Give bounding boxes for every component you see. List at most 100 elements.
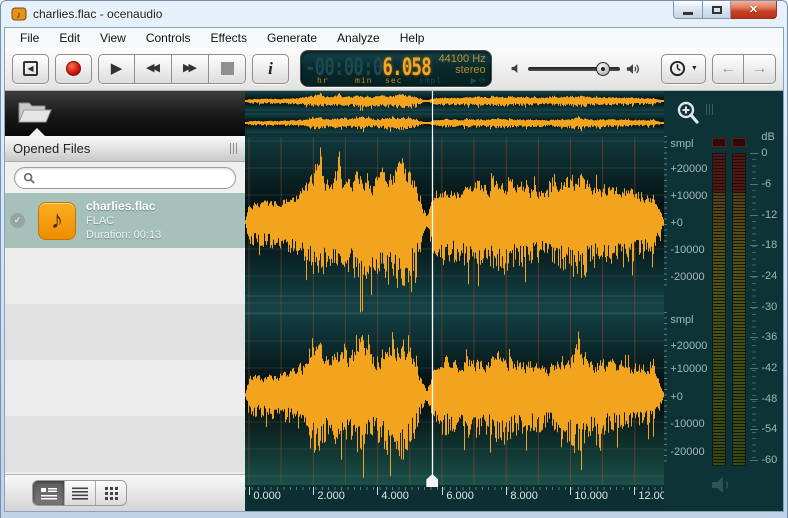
search-box (14, 166, 237, 189)
rewind-icon: ◀◀ (146, 62, 160, 75)
scale-label: smpl (670, 138, 694, 150)
search-input[interactable] (40, 170, 228, 185)
menu-edit[interactable]: Edit (49, 29, 90, 47)
time-tick: 10.000 (570, 487, 608, 502)
channel-mode: stereo (455, 64, 486, 77)
volume-slider[interactable] (527, 61, 620, 76)
db-minor-ticks (752, 153, 757, 463)
info-button[interactable]: i (252, 53, 289, 84)
skip-to-start-icon: ◀ (23, 61, 38, 77)
time-format-button[interactable]: ▼ (660, 53, 706, 84)
menu-controls[interactable]: Controls (136, 29, 201, 47)
scale-label: +0 (670, 391, 683, 403)
db-tick (750, 276, 759, 277)
history-nav-group: ← → (712, 53, 776, 84)
db-tick (750, 184, 759, 185)
record-button[interactable] (55, 53, 92, 84)
time-tick: 6.000 (442, 487, 474, 502)
svg-text:♪: ♪ (16, 10, 21, 21)
file-list-item-selected[interactable]: ✓ ♪ charlies.flac FLAC Duration: 00:13 (5, 193, 246, 248)
waveform-overview[interactable] (245, 91, 665, 137)
menu-generate[interactable]: Generate (257, 29, 327, 47)
view-detail-button[interactable] (33, 481, 64, 505)
db-tick (750, 368, 759, 369)
panel-header[interactable]: Opened Files (5, 136, 246, 162)
scale-label: -10000 (670, 418, 705, 430)
view-grid-button[interactable] (95, 481, 126, 505)
db-tick (750, 153, 759, 154)
level-meter-right (732, 153, 747, 466)
format-readout: 44100 Hz stereo ▶ ⟳ (439, 54, 486, 86)
db-value: -18 (761, 239, 778, 251)
music-note-icon: ♪ (50, 206, 64, 234)
file-check-icon: ✓ (10, 213, 25, 228)
db-value: -48 (761, 393, 778, 405)
clock-icon (669, 61, 685, 77)
mute-speaker-icon[interactable] (710, 475, 736, 495)
play-button[interactable]: ▶ (98, 53, 135, 84)
fast-forward-button[interactable]: ▶▶ (172, 53, 209, 84)
titlebar[interactable]: ♪ charlies.flac - ocenaudio (4, 1, 784, 27)
db-value: -24 (761, 270, 778, 282)
minimize-button[interactable] (673, 1, 703, 19)
close-button[interactable]: ✕ (731, 1, 777, 19)
menu-analyze[interactable]: Analyze (327, 29, 390, 47)
db-tick (750, 307, 759, 308)
db-value: 0 (761, 147, 768, 159)
scale-label: +20000 (670, 163, 708, 175)
sample-scale-ticks (664, 136, 668, 286)
db-value: -30 (761, 301, 778, 313)
file-list-empty-area (5, 248, 246, 474)
back-button[interactable]: ← (712, 53, 744, 84)
arrow-left-icon: ← (720, 59, 736, 77)
audio-file-icon: ♪ (38, 201, 76, 240)
db-value: -60 (761, 454, 778, 466)
maximize-button[interactable] (703, 1, 731, 19)
volume-control (510, 61, 641, 76)
menu-view[interactable]: View (90, 29, 136, 47)
menu-help[interactable]: Help (390, 29, 435, 47)
sample-scale-ticks (664, 312, 668, 462)
panel-pointer (29, 128, 45, 136)
scale-label: -20000 (670, 271, 705, 283)
file-format: FLAC (86, 215, 115, 227)
time-tick: 0.000 (249, 487, 281, 502)
volume-slider-knob[interactable] (595, 61, 610, 76)
zoom-in-icon[interactable] (676, 100, 700, 126)
scale-label: -20000 (670, 446, 705, 458)
time-ruler[interactable]: 0.000 2.000 4.000 6.000 8.000 10.000 12.… (245, 485, 672, 511)
go-to-start-button[interactable]: ◀ (12, 53, 49, 84)
speaker-low-icon (511, 64, 517, 74)
menu-effects[interactable]: Effects (201, 29, 257, 47)
detail-view-icon (40, 487, 57, 499)
record-icon (66, 61, 81, 77)
meters-grip-icon[interactable] (706, 104, 714, 115)
db-value: -36 (761, 331, 778, 343)
menu-file[interactable]: File (10, 29, 49, 47)
forward-button[interactable]: → (744, 53, 776, 84)
db-tick (750, 337, 759, 338)
scale-label: +10000 (670, 363, 708, 375)
stop-button[interactable] (209, 53, 246, 84)
waveform-canvas[interactable] (245, 137, 665, 487)
db-tick (750, 245, 759, 246)
time-tick: 4.000 (377, 487, 409, 502)
folder-icon[interactable] (17, 97, 53, 125)
view-list-button[interactable] (64, 481, 95, 505)
sidebar-tab-strip (5, 91, 246, 136)
db-unit-label: dB (761, 131, 775, 143)
chevron-down-icon: ▼ (690, 65, 698, 73)
panel-grip-icon[interactable] (230, 143, 238, 154)
rewind-button[interactable]: ◀◀ (135, 53, 172, 84)
list-view-icon (72, 487, 88, 500)
unit-min: min (355, 76, 373, 86)
scale-label: +20000 (670, 340, 708, 352)
time-tick: 2.000 (313, 487, 345, 502)
scale-label: +10000 (670, 190, 708, 202)
file-name: charlies.flac (86, 199, 156, 213)
transport-group: ▶ ◀◀ ▶▶ (98, 53, 246, 84)
window-controls: ✕ (673, 1, 777, 19)
grid-view-icon (104, 486, 118, 500)
window-title: charlies.flac - ocenaudio (33, 7, 163, 21)
fast-forward-icon: ▶▶ (183, 62, 197, 75)
